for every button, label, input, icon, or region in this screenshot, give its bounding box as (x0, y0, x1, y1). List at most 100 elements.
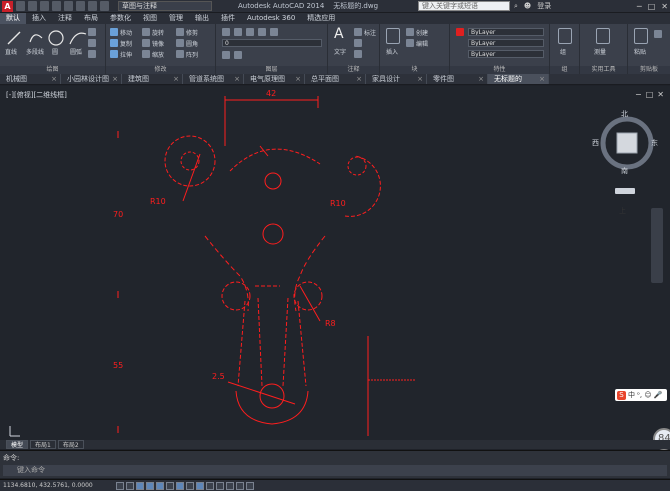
layer-previous-icon[interactable] (234, 51, 242, 59)
otrack-icon[interactable] (176, 482, 184, 490)
3d-osnap-icon[interactable] (166, 482, 174, 490)
new-file-icon[interactable] (16, 1, 25, 11)
scale-icon[interactable] (142, 50, 150, 58)
tab-insert[interactable]: 插入 (26, 13, 52, 24)
create-block-icon[interactable] (406, 28, 414, 36)
dim-label[interactable]: R10 (330, 199, 346, 208)
panel-title-layers[interactable]: 图层 (216, 66, 327, 74)
trim-icon[interactable] (176, 28, 184, 36)
login-button[interactable]: 登录 (537, 1, 551, 12)
minimize-button[interactable]: ─ (637, 1, 642, 12)
stretch-icon[interactable] (110, 50, 118, 58)
trim-tool[interactable]: 修剪 (186, 28, 198, 37)
snap-icon[interactable] (116, 482, 124, 490)
viewcube-north[interactable]: 北 (621, 109, 628, 119)
measure-icon[interactable] (596, 28, 610, 44)
drawing-canvas[interactable]: [-][俯视][二维线框] − □ ✕ R10 70 R8 55 R10 2.5… (0, 86, 670, 450)
circle-tool[interactable]: 圆 (52, 47, 58, 56)
lineweight-dropdown[interactable]: ByLayer (468, 50, 544, 58)
tab-autodesk-360[interactable]: Autodesk 360 (241, 13, 301, 24)
panel-title-groups[interactable]: 组 (550, 66, 579, 74)
coordinates[interactable]: 1134.6810, 432.5761, 0.0000 (3, 481, 93, 491)
panel-title-annotation[interactable]: 注释 (328, 66, 379, 74)
viewcube-south[interactable]: 南 (621, 166, 628, 176)
copy-clip-icon[interactable] (654, 30, 662, 38)
viewcube-west[interactable]: 西 (592, 138, 599, 148)
ime-toolbar[interactable]: S 中 ᵒ, ☺ 🎤 (615, 389, 667, 401)
workspace-gear-icon[interactable] (100, 1, 109, 11)
ortho-icon[interactable] (136, 482, 144, 490)
polar-icon[interactable] (146, 482, 154, 490)
tab-layout2[interactable]: 布局2 (57, 440, 84, 449)
ducs-icon[interactable] (186, 482, 194, 490)
viewcube-east[interactable]: 东 (651, 138, 658, 148)
line-tool[interactable]: 直线 (5, 47, 17, 56)
ime-extras[interactable]: ᵒ, ☺ 🎤 (637, 391, 663, 399)
search-input[interactable]: 键入关键字或短语 (418, 1, 510, 11)
color-dropdown[interactable]: ByLayer (468, 28, 544, 36)
file-tab[interactable]: 总平面图 × (305, 74, 366, 84)
dim-label[interactable]: R10 (150, 197, 166, 206)
group-icon[interactable] (558, 28, 572, 44)
lineweight-icon[interactable] (206, 482, 214, 490)
tab-layout[interactable]: 布局 (78, 13, 104, 24)
close-icon[interactable]: × (51, 74, 57, 84)
edit-block-icon[interactable] (406, 39, 414, 47)
text-icon[interactable]: A (334, 26, 344, 42)
table-icon[interactable] (354, 50, 362, 58)
file-tab[interactable]: 管道系统图 × (183, 74, 244, 84)
close-icon[interactable]: × (234, 74, 240, 84)
rotate-icon[interactable] (142, 28, 150, 36)
edit-block-tool[interactable]: 编辑 (416, 39, 428, 48)
panel-title-modify[interactable]: 修改 (106, 66, 215, 74)
copy-tool[interactable]: 复制 (120, 39, 132, 48)
paste-tool[interactable]: 粘贴 (634, 47, 646, 56)
layer-isolate-icon[interactable] (246, 28, 254, 36)
annotation-monitor-icon[interactable] (246, 482, 254, 490)
layer-freeze-icon[interactable] (258, 28, 266, 36)
quick-properties-icon[interactable] (226, 482, 234, 490)
create-block-tool[interactable]: 创建 (416, 28, 428, 37)
dimension-icon[interactable] (354, 28, 362, 36)
hatch-icon[interactable] (88, 39, 96, 47)
close-icon[interactable]: × (478, 74, 484, 84)
insert-block-icon[interactable] (386, 28, 400, 44)
close-icon[interactable]: × (539, 74, 545, 84)
dim-label[interactable]: R8 (325, 319, 336, 328)
scale-tool[interactable]: 缩放 (152, 50, 164, 59)
rectangle-icon[interactable] (88, 28, 96, 36)
rotate-tool[interactable]: 旋转 (152, 28, 164, 37)
arc-tool[interactable]: 圆弧 (70, 47, 82, 56)
grid-icon[interactable] (126, 482, 134, 490)
layer-state-icon[interactable] (234, 28, 242, 36)
panel-title-clipboard[interactable]: 剪贴板 (628, 66, 670, 74)
open-file-icon[interactable] (28, 1, 37, 11)
gradient-icon[interactable] (88, 50, 96, 58)
text-tool[interactable]: 文字 (334, 47, 346, 56)
stretch-tool[interactable]: 拉伸 (120, 50, 132, 59)
array-icon[interactable] (176, 50, 184, 58)
layer-off-icon[interactable] (270, 28, 278, 36)
close-icon[interactable]: × (295, 74, 301, 84)
panel-title-utilities[interactable]: 实用工具 (580, 66, 627, 74)
panel-title-properties[interactable]: 特性 (450, 66, 549, 74)
search-icon[interactable]: ⌕ (514, 1, 518, 12)
tab-annotate[interactable]: 注释 (52, 13, 78, 24)
tab-home[interactable]: 默认 (0, 13, 26, 24)
array-tool[interactable]: 阵列 (186, 50, 198, 59)
save-icon[interactable] (40, 1, 49, 11)
tab-model[interactable]: 模型 (6, 440, 29, 449)
file-tab[interactable]: 家具设计 × (366, 74, 427, 84)
polyline-tool[interactable]: 多段线 (26, 47, 44, 56)
leader-icon[interactable] (354, 39, 362, 47)
file-tab[interactable]: 机械图 × (0, 74, 61, 84)
undo-icon[interactable] (76, 1, 85, 11)
dimension-tool[interactable]: 标注 (364, 28, 376, 37)
close-icon[interactable]: × (173, 74, 179, 84)
dim-label[interactable]: 70 (113, 210, 123, 219)
dim-label[interactable]: 2.5 (212, 372, 225, 381)
tab-view[interactable]: 视图 (137, 13, 163, 24)
dim-label[interactable]: 55 (113, 361, 123, 370)
file-tab[interactable]: 建筑图 × (122, 74, 183, 84)
save-as-icon[interactable] (52, 1, 61, 11)
